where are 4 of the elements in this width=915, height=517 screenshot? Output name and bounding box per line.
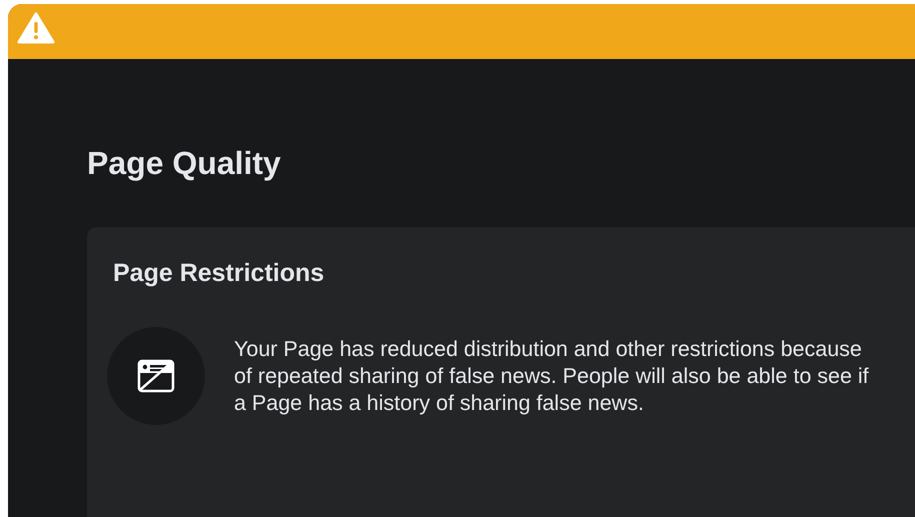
warning-icon — [17, 12, 55, 44]
section-title: Page Quality — [87, 144, 282, 183]
restriction-message: Your Page has reduced distribution and other restrictions because of repeated sharing of false news. People will also be able to see if a Page has a history of sharing false news. — [234, 336, 870, 416]
panel-heading: Page Restrictions — [113, 258, 326, 289]
